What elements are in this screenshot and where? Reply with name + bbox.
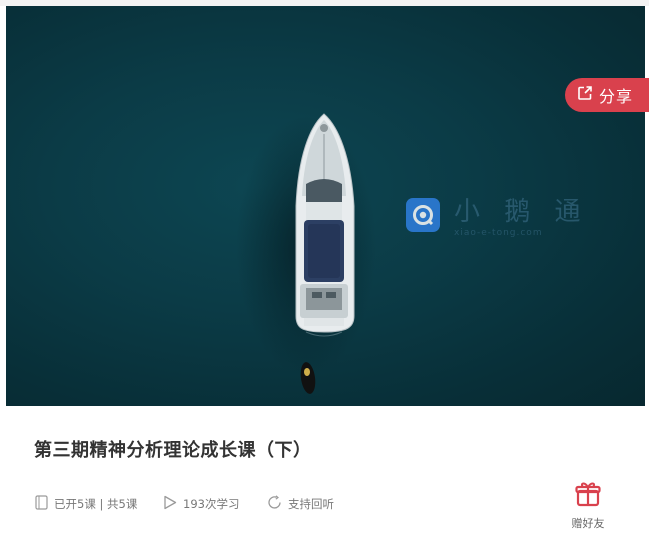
share-button[interactable]: 分享	[565, 78, 649, 112]
book-icon	[35, 495, 48, 513]
replay-support: 支持回听	[267, 495, 334, 513]
watermark: 小 鹅 通 xiao-e-tong.com	[406, 191, 589, 238]
watermark-subtext: xiao-e-tong.com	[454, 228, 543, 238]
gift-label: 赠好友	[571, 517, 605, 530]
watermark-text: 小 鹅 通	[454, 197, 589, 227]
share-label: 分享	[599, 87, 634, 106]
course-cover-image: 小 鹅 通 xiao-e-tong.com	[6, 6, 645, 406]
lesson-count-text: 已开5课 | 共5课	[54, 497, 138, 511]
gift-icon	[574, 480, 602, 512]
course-title: 第三期精神分析理论成长课（下）	[34, 440, 312, 461]
play-icon	[163, 495, 177, 513]
replay-icon	[267, 495, 282, 513]
gift-to-friend-button[interactable]: 赠好友	[568, 480, 608, 531]
share-icon	[577, 85, 593, 105]
lesson-count: 已开5课 | 共5课	[35, 495, 137, 513]
learner-count-text: 193次学习	[183, 497, 240, 511]
learner-count: 193次学习	[163, 495, 239, 513]
watermark-logo-icon	[406, 197, 440, 232]
replay-support-text: 支持回听	[288, 497, 334, 511]
